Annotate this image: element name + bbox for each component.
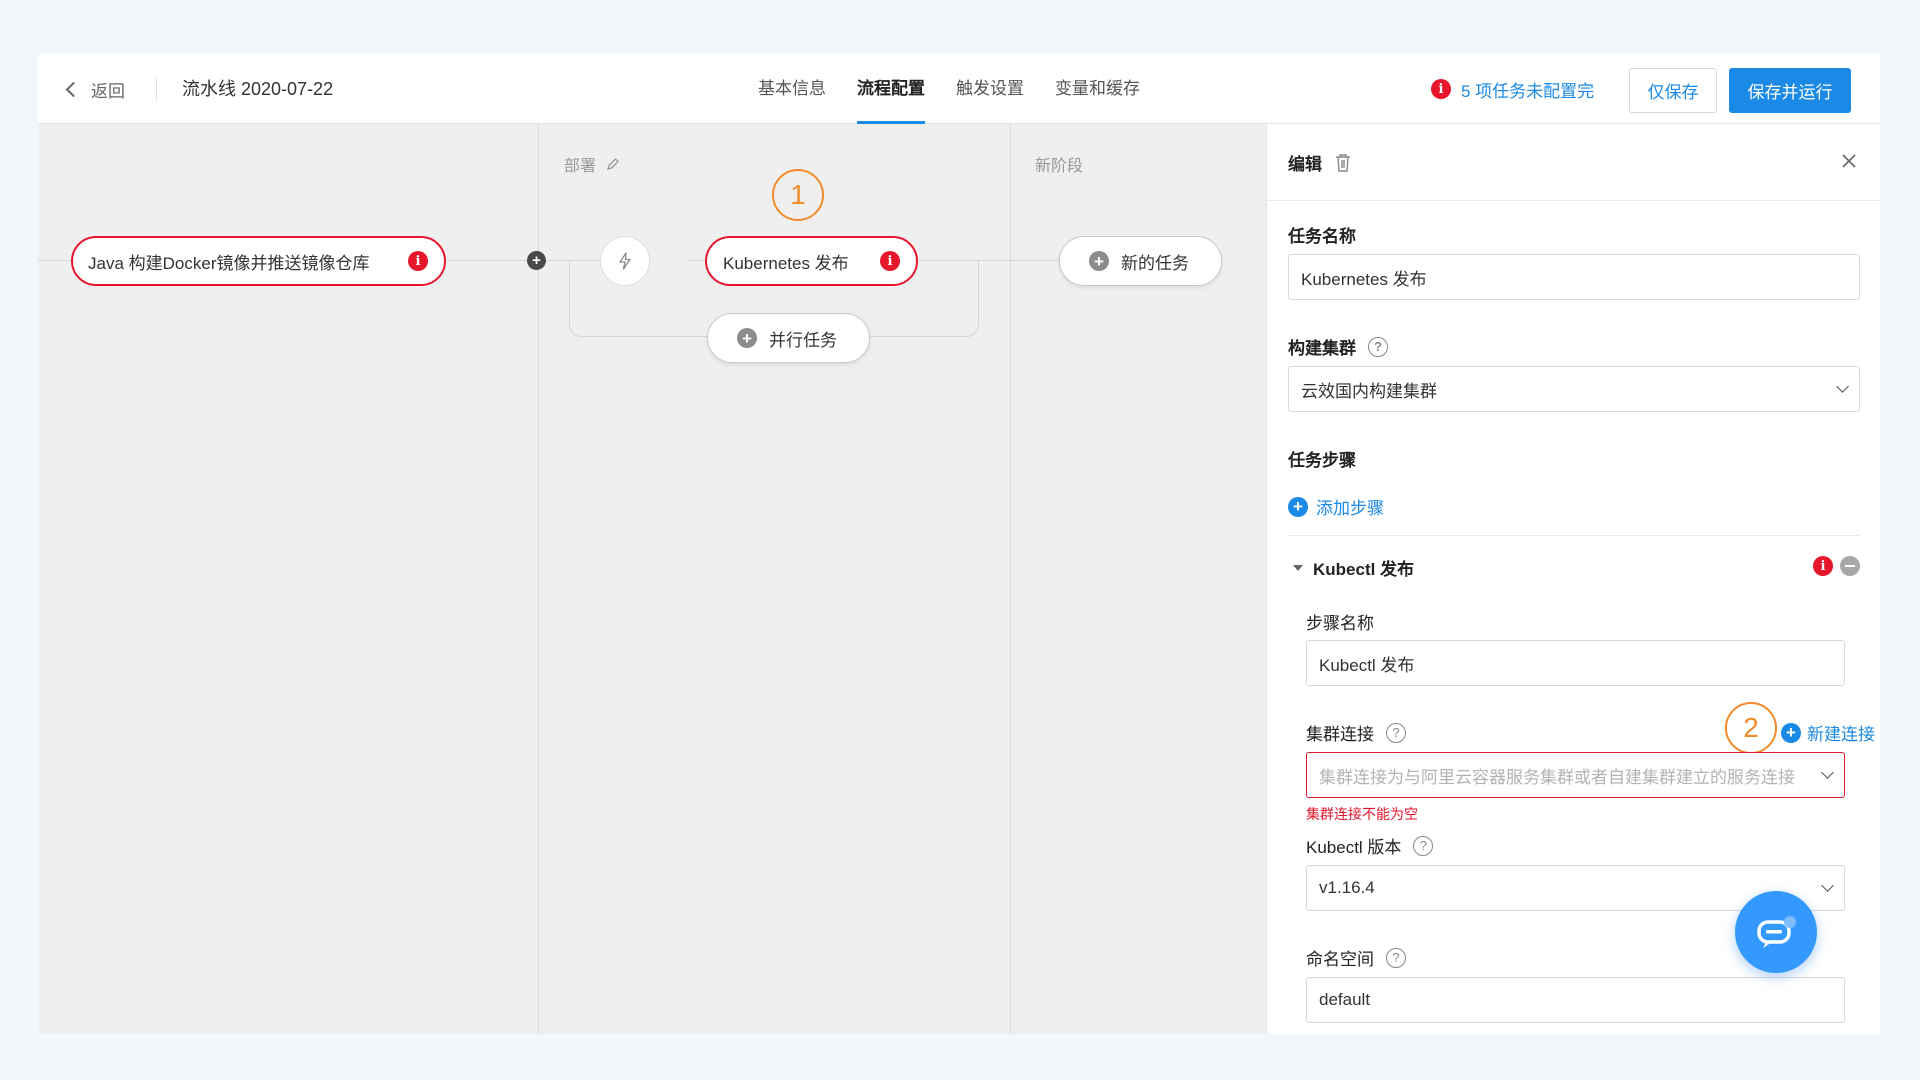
new-connection-label: 新建连接 <box>1807 725 1875 744</box>
add-parallel-task-button[interactable]: + 并行任务 <box>707 313 870 363</box>
tab-bar: 基本信息 流程配置 触发设置 变量和缓存 <box>758 54 1140 124</box>
add-step-button[interactable]: + 添加步骤 <box>1288 494 1384 519</box>
kubectl-version-value: v1.16.4 <box>1319 878 1375 897</box>
help-icon[interactable]: ? <box>1368 336 1388 357</box>
unconfigured-warning-link[interactable]: i 5 项任务未配置完 <box>1431 54 1594 124</box>
tab-variables-cache[interactable]: 变量和缓存 <box>1055 54 1140 124</box>
chat-support-button[interactable] <box>1735 891 1817 973</box>
cluster-connection-label-text: 集群连接 <box>1306 725 1374 744</box>
cluster-connection-select[interactable]: 集群连接为与阿里云容器服务集群或者自建集群建立的服务连接 <box>1306 752 1845 798</box>
task-node-label: Kubernetes 发布 <box>723 253 849 273</box>
add-step-label: 添加步骤 <box>1316 499 1384 518</box>
step-name-value: Kubectl 发布 <box>1319 655 1415 675</box>
step-name-label: 步骤名称 <box>1306 614 1374 633</box>
parallel-task-label: 并行任务 <box>769 330 837 350</box>
pipeline-title: 流水线 2020-07-22 <box>182 79 334 99</box>
plus-icon: + <box>737 328 757 348</box>
add-stage-plus-icon[interactable]: + <box>527 251 546 270</box>
connector-line <box>38 260 72 261</box>
namespace-value: default <box>1319 990 1371 1009</box>
namespace-label-text: 命名空间 <box>1306 950 1374 969</box>
tab-flow-config[interactable]: 流程配置 <box>857 54 925 124</box>
remove-step-icon[interactable] <box>1840 556 1860 576</box>
new-task-label: 新的任务 <box>1121 253 1189 273</box>
pipeline-canvas: 部署 新阶段 Java 构建Docker镜像并推送镜像仓库 i + Kubern… <box>38 124 1266 1034</box>
plus-icon: + <box>1288 496 1308 517</box>
divider <box>1288 535 1860 536</box>
trash-icon[interactable] <box>1334 153 1352 173</box>
chat-bubble-icon <box>1757 916 1796 948</box>
panel-title: 编辑 <box>1288 150 1352 175</box>
pencil-icon[interactable] <box>606 157 620 171</box>
stage-new-label[interactable]: 新阶段 <box>1035 152 1083 176</box>
namespace-input[interactable]: default <box>1306 977 1845 1023</box>
chevron-down-icon <box>1821 879 1834 892</box>
help-icon[interactable]: ? <box>1386 947 1406 968</box>
task-name-value: Kubernetes 发布 <box>1301 269 1427 289</box>
panel-header: 编辑 <box>1267 124 1880 201</box>
tab-trigger-settings[interactable]: 触发设置 <box>956 54 1024 124</box>
save-only-button[interactable]: 仅保存 <box>1629 68 1717 113</box>
task-node-label: Java 构建Docker镜像并推送镜像仓库 <box>88 253 370 273</box>
task-name-input[interactable]: Kubernetes 发布 <box>1288 254 1860 300</box>
panel-title-text: 编辑 <box>1288 155 1322 174</box>
task-node-java-build[interactable]: Java 构建Docker镜像并推送镜像仓库 i <box>71 236 446 286</box>
build-cluster-select[interactable]: 云效国内构建集群 <box>1288 366 1860 412</box>
stage-trigger-button[interactable] <box>600 236 650 286</box>
warning-text: 5 项任务未配置完 <box>1461 81 1595 101</box>
namespace-label: 命名空间 ? <box>1306 945 1406 970</box>
lightning-icon <box>619 252 631 270</box>
plus-icon: + <box>1089 251 1109 271</box>
chevron-down-icon <box>1836 380 1849 393</box>
error-icon: i <box>880 251 900 271</box>
cluster-connection-label: 集群连接 ? <box>1306 720 1406 745</box>
back-button[interactable]: 返回 <box>65 54 125 124</box>
task-steps-label: 任务步骤 <box>1288 451 1356 470</box>
kubectl-version-label-text: Kubectl 版本 <box>1306 838 1402 857</box>
callout-badge-1: 1 <box>772 169 824 221</box>
chevron-down-icon <box>1821 766 1834 779</box>
error-icon: i <box>1813 556 1833 576</box>
new-connection-button[interactable]: + 新建连接 <box>1781 720 1875 745</box>
collapse-triangle-icon <box>1293 564 1303 571</box>
cluster-connection-placeholder: 集群连接为与阿里云容器服务集群或者自建集群建立的服务连接 <box>1319 767 1795 787</box>
close-icon[interactable] <box>1840 152 1858 170</box>
help-icon[interactable]: ? <box>1413 835 1434 856</box>
build-cluster-label-text: 构建集群 <box>1288 339 1356 358</box>
callout-badge-2: 2 <box>1725 702 1777 754</box>
header-divider <box>156 78 157 100</box>
tab-basic-info[interactable]: 基本信息 <box>758 54 826 124</box>
chevron-left-icon <box>65 81 82 97</box>
step-name-input[interactable]: Kubectl 发布 <box>1306 640 1845 686</box>
kubectl-version-label: Kubectl 版本 ? <box>1306 833 1434 858</box>
app-window: 返回 流水线 2020-07-22 基本信息 流程配置 触发设置 变量和缓存 i… <box>38 54 1880 1034</box>
error-icon: i <box>1431 79 1451 99</box>
error-icon: i <box>408 251 428 271</box>
build-cluster-label: 构建集群 ? <box>1288 334 1388 359</box>
top-header: 返回 流水线 2020-07-22 基本信息 流程配置 触发设置 变量和缓存 i… <box>38 54 1880 124</box>
plus-icon: + <box>1781 722 1801 743</box>
step-title: Kubectl 发布 <box>1313 560 1415 579</box>
task-node-kubernetes-deploy[interactable]: Kubernetes 发布 i <box>705 236 918 286</box>
back-label: 返回 <box>91 81 125 101</box>
add-new-task-button[interactable]: + 新的任务 <box>1059 236 1222 286</box>
stage-deploy-label[interactable]: 部署 <box>564 152 620 176</box>
task-name-label: 任务名称 <box>1288 227 1356 246</box>
build-cluster-value: 云效国内构建集群 <box>1301 381 1437 401</box>
cluster-connection-error: 集群连接不能为空 <box>1306 806 1418 822</box>
save-and-run-button[interactable]: 保存并运行 <box>1729 68 1851 113</box>
help-icon[interactable]: ? <box>1386 722 1406 743</box>
stage-deploy-name: 部署 <box>564 158 597 175</box>
step-header-toggle[interactable]: Kubectl 发布 <box>1293 555 1414 580</box>
